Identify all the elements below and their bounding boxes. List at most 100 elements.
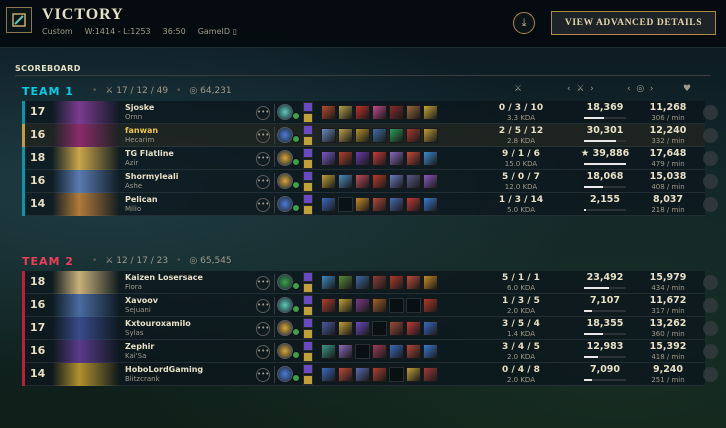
summoner-name[interactable]: TG Flatline [125,149,174,158]
secondary-rune-icon[interactable] [292,112,300,120]
player-row[interactable]: 17 Kxtouroxamilo Sylas ••• 3 / 5 / 4 1.4 KDA 1… [22,317,718,340]
keystone-rune-icon[interactable] [277,274,293,290]
item-slot[interactable] [406,197,421,212]
honor-button[interactable] [703,151,718,166]
player-row[interactable]: 16 Zephir Kai'Sa ••• 3 / 4 / 5 2.0 KDA 12,983 1… [22,340,718,363]
item-slot[interactable] [423,321,438,336]
honor-button[interactable] [703,197,718,212]
summoner-name[interactable]: Sjoske [125,103,154,112]
summoner-spell-icon[interactable] [303,205,313,215]
item-slot[interactable] [389,321,404,336]
keystone-rune-icon[interactable] [277,104,293,120]
keystone-rune-icon[interactable] [277,150,293,166]
summoner-spell-icon[interactable] [303,136,313,146]
item-slot[interactable] [372,367,387,382]
item-slot[interactable] [406,174,421,189]
honor-button[interactable] [703,105,718,120]
item-slot[interactable] [338,174,353,189]
item-slot[interactable] [406,367,421,382]
summoner-spell-icon[interactable] [303,375,313,385]
item-slot[interactable] [355,275,370,290]
copy-icon[interactable]: ▯ [233,27,237,36]
honor-button[interactable] [703,367,718,382]
player-row[interactable]: 18 Kaizen Losersace Fiora ••• 5 / 1 / 1 6.0 K… [22,271,718,294]
more-options-button[interactable]: ••• [256,129,270,143]
summoner-spell-icon[interactable] [303,283,313,293]
item-slot[interactable] [321,128,336,143]
item-slot[interactable] [423,298,438,313]
item-slot[interactable] [372,197,387,212]
item-slot[interactable] [423,367,438,382]
secondary-rune-icon[interactable] [292,181,300,189]
honor-button[interactable] [703,275,718,290]
item-slot[interactable] [372,128,387,143]
gold-sort-control[interactable]: ‹ ◎ › [627,84,654,94]
damage-sort-control[interactable]: ‹ ⚔ › [567,84,594,94]
item-slot[interactable] [338,344,353,359]
keystone-rune-icon[interactable] [277,173,293,189]
secondary-rune-icon[interactable] [292,328,300,336]
summoner-name[interactable]: Kxtouroxamilo [125,319,191,328]
item-slot[interactable] [321,344,336,359]
summoner-spell-icon[interactable] [303,295,313,305]
summoner-spell-icon[interactable] [303,182,313,192]
secondary-rune-icon[interactable] [292,374,300,382]
item-slot[interactable] [355,321,370,336]
item-slot[interactable] [355,174,370,189]
item-slot[interactable] [338,275,353,290]
item-slot[interactable] [389,105,404,120]
item-slot[interactable] [423,275,438,290]
keystone-rune-icon[interactable] [277,297,293,313]
item-slot[interactable] [372,321,387,336]
summoner-name[interactable]: Shormyleali [125,172,179,181]
item-slot[interactable] [406,151,421,166]
summoner-name[interactable]: HoboLordGaming [125,365,203,374]
summoner-spell-icon[interactable] [303,352,313,362]
summoner-name[interactable]: Kaizen Losersace [125,273,203,282]
item-slot[interactable] [321,151,336,166]
keystone-rune-icon[interactable] [277,196,293,212]
item-slot[interactable] [355,105,370,120]
secondary-rune-icon[interactable] [292,305,300,313]
item-slot[interactable] [406,105,421,120]
secondary-rune-icon[interactable] [292,282,300,290]
item-slot[interactable] [389,128,404,143]
player-row[interactable]: 18 TG Flatline Azir ••• 9 / 1 / 6 15.0 KDA ★ 3… [22,147,718,170]
keystone-rune-icon[interactable] [277,127,293,143]
more-options-button[interactable]: ••• [256,368,270,382]
item-slot[interactable] [321,321,336,336]
more-options-button[interactable]: ••• [256,299,270,313]
item-slot[interactable] [321,197,336,212]
keystone-rune-icon[interactable] [277,366,293,382]
player-row[interactable]: 17 Sjoske Ornn ••• 0 / 3 / 10 3.3 KDA 18,369 11… [22,101,718,124]
item-slot[interactable] [372,151,387,166]
summoner-spell-icon[interactable] [303,171,313,181]
summoner-spell-icon[interactable] [303,125,313,135]
item-slot[interactable] [355,128,370,143]
honor-button[interactable] [703,174,718,189]
item-slot[interactable] [338,105,353,120]
item-slot[interactable] [372,344,387,359]
player-row[interactable]: 14 HoboLordGaming Blitzcrank ••• 0 / 4 / 8 2.… [22,363,718,386]
item-slot[interactable] [389,197,404,212]
secondary-rune-icon[interactable] [292,135,300,143]
item-slot[interactable] [389,367,404,382]
item-slot[interactable] [423,174,438,189]
item-slot[interactable] [389,344,404,359]
summoner-name[interactable]: fanwan [125,126,158,135]
item-slot[interactable] [321,275,336,290]
item-slot[interactable] [355,367,370,382]
summoner-spell-icon[interactable] [303,329,313,339]
item-slot[interactable] [321,298,336,313]
item-slot[interactable] [389,151,404,166]
secondary-rune-icon[interactable] [292,351,300,359]
summoner-spell-icon[interactable] [303,341,313,351]
item-slot[interactable] [423,197,438,212]
item-slot[interactable] [355,151,370,166]
more-options-button[interactable]: ••• [256,276,270,290]
summoner-name[interactable]: Xavoov [125,296,158,305]
item-slot[interactable] [355,197,370,212]
item-slot[interactable] [423,105,438,120]
item-slot[interactable] [389,275,404,290]
item-slot[interactable] [321,105,336,120]
